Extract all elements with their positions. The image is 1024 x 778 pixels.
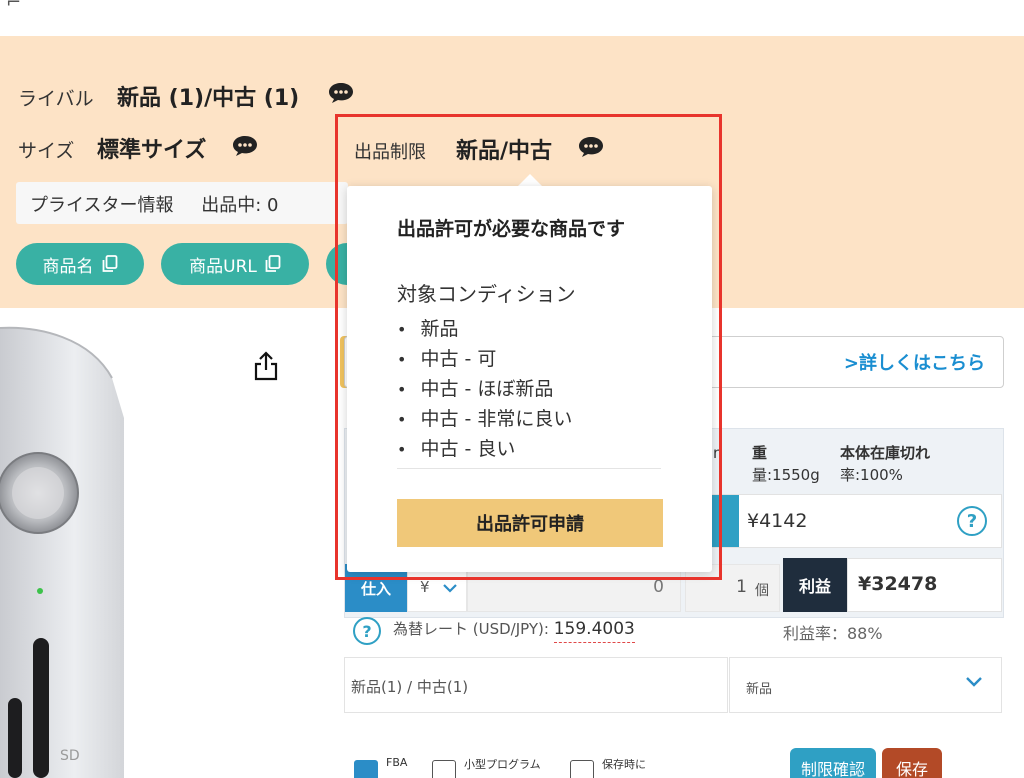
chevron-down-icon bbox=[443, 584, 457, 593]
save-button[interactable]: 保存 bbox=[882, 748, 942, 778]
stockout-cell: 本体在庫切れ 率:100% bbox=[840, 442, 930, 486]
stockout-line2: 率:100% bbox=[840, 466, 903, 484]
copy-product-url-button[interactable]: 商品URL bbox=[161, 243, 309, 285]
weight-cell: 重 量:1550g bbox=[752, 442, 820, 486]
details-link[interactable]: >詳しくはこちら bbox=[844, 349, 985, 375]
size-label: サイズ bbox=[18, 140, 75, 162]
rival-value: 新品 (1)/中古 (1) bbox=[117, 86, 300, 111]
checkbox-label: FBA bbox=[386, 756, 408, 769]
checkbox-label: 保存時に bbox=[602, 758, 646, 771]
stockout-line1: 本体在庫切れ bbox=[840, 444, 931, 462]
weight-line1: 重 bbox=[752, 444, 768, 462]
chat-bubble-icon[interactable] bbox=[328, 82, 354, 104]
checkbox-box[interactable] bbox=[570, 760, 594, 778]
rate-value[interactable]: 159.4003 bbox=[553, 619, 635, 643]
sd-slot-label: SD bbox=[60, 748, 80, 764]
currency-symbol: ¥ bbox=[420, 578, 430, 596]
quantity-value: 1 bbox=[736, 577, 747, 597]
quantity-unit: 個 bbox=[755, 583, 769, 599]
small-program-checkbox[interactable]: 小型プログラム bbox=[432, 756, 541, 778]
profit-label: 利益 bbox=[783, 558, 847, 612]
copy-product-url-label: 商品URL bbox=[189, 256, 257, 277]
size-value: 標準サイズ bbox=[97, 138, 207, 163]
page: ⌐ ライバル 新品 (1)/中古 (1) サイズ 標準サイズ 出品制限 新品/中… bbox=[0, 0, 1024, 778]
save-option-checkbox[interactable]: 保存時に bbox=[570, 756, 646, 778]
chevron-down-icon bbox=[966, 677, 982, 687]
profit-value: ¥32478 bbox=[847, 558, 1002, 612]
checkbox-box[interactable] bbox=[354, 760, 378, 778]
pricester-listing: 出品中: 0 bbox=[201, 195, 279, 216]
restriction-check-button[interactable]: 制限確認 bbox=[790, 748, 876, 778]
exchange-rate: 為替レート (USD/JPY): 159.4003 bbox=[393, 618, 635, 643]
help-icon[interactable]: ? bbox=[957, 506, 987, 536]
profit-margin: 利益率：88% bbox=[783, 624, 883, 643]
pricester-label: プライスター情報 bbox=[30, 195, 174, 216]
pricester-info: プライスター情報 出品中: 0 bbox=[16, 182, 348, 224]
checkbox-label: 小型プログラム bbox=[464, 758, 541, 771]
share-icon[interactable] bbox=[252, 350, 280, 382]
fba-checkbox[interactable]: FBA bbox=[354, 756, 407, 778]
copy-product-name-label: 商品名 bbox=[42, 256, 94, 277]
partial-icon: ⌐ bbox=[6, 0, 22, 13]
fee-value: ¥4142 bbox=[747, 510, 808, 532]
condition-summary: 新品(1) / 中古(1) bbox=[344, 657, 728, 713]
product-image: SD bbox=[0, 308, 340, 778]
chat-bubble-icon[interactable] bbox=[232, 135, 258, 157]
condition-selected: 新品 bbox=[746, 682, 773, 697]
checkbox-box[interactable] bbox=[432, 760, 456, 778]
rival-label: ライバル bbox=[18, 88, 94, 110]
buy-price-value: 0 bbox=[653, 577, 664, 597]
copy-icon bbox=[102, 255, 117, 272]
copy-product-name-button[interactable]: 商品名 bbox=[16, 243, 144, 285]
rate-label: 為替レート (USD/JPY): bbox=[393, 620, 549, 638]
condition-select[interactable]: 新品 bbox=[729, 657, 1002, 713]
top-bar: ⌐ bbox=[0, 0, 1024, 36]
copy-icon bbox=[265, 255, 281, 272]
device-illustration: SD bbox=[0, 326, 124, 778]
help-icon[interactable]: ? bbox=[353, 617, 381, 645]
weight-line2: 量:1550g bbox=[752, 466, 820, 484]
highlight-frame bbox=[335, 114, 722, 580]
